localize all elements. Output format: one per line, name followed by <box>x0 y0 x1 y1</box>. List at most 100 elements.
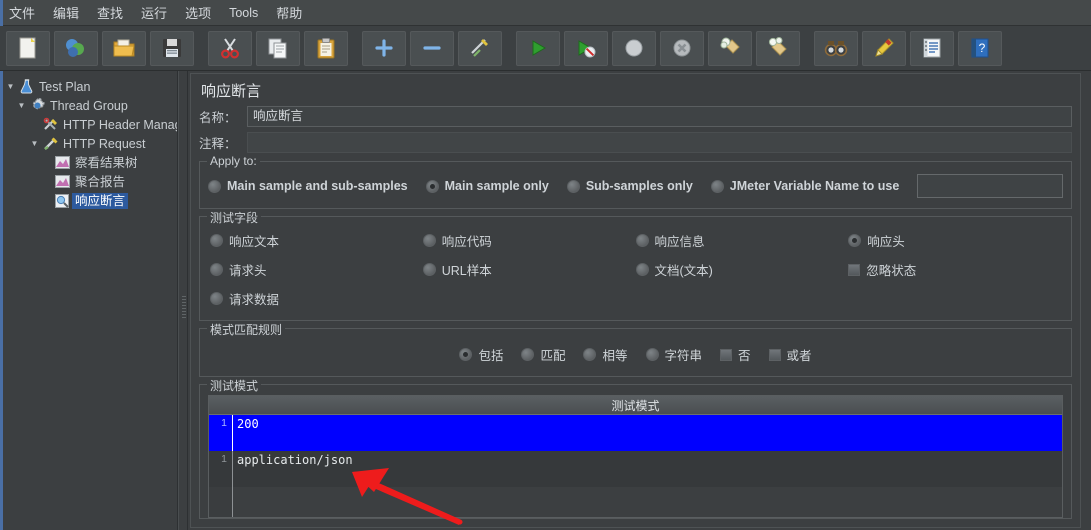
toolbar-stop[interactable] <box>612 30 656 66</box>
checkbox-icon[interactable] <box>848 263 861 276</box>
checkbox-icon[interactable] <box>768 348 781 361</box>
tree-node-view-results-tree[interactable]: 察看结果树 <box>4 153 177 172</box>
radio-icon[interactable] <box>635 263 649 276</box>
toolbar-clear[interactable] <box>708 30 752 66</box>
menu-file[interactable]: 文件 <box>0 0 44 25</box>
radio-substring[interactable]: 字符串 <box>645 345 702 364</box>
tree-node-response-assertion[interactable]: 响应断言 <box>4 191 177 210</box>
patterns-table[interactable]: 测试模式 1 200 1 application/json <box>208 395 1063 518</box>
toolbar-start[interactable] <box>516 30 560 66</box>
tree-node-aggregate-report[interactable]: 聚合报告 <box>4 172 177 191</box>
radio-response-text[interactable]: 响应文本 <box>210 231 423 250</box>
toolbar-help[interactable]: ? <box>958 30 1002 66</box>
chevron-down-icon[interactable]: ▼ <box>4 82 17 91</box>
toolbar-clear-all[interactable] <box>756 30 800 66</box>
toolbar-templates[interactable] <box>54 30 98 66</box>
toolbar-collapse[interactable] <box>410 30 454 66</box>
radio-icon[interactable] <box>583 348 597 361</box>
radio-document-text[interactable]: 文档(文本) <box>635 260 849 279</box>
radio-request-headers[interactable]: 请求头 <box>210 260 423 279</box>
toolbar-cut[interactable] <box>208 30 252 66</box>
menu-search[interactable]: 查找 <box>88 0 132 25</box>
pattern-value[interactable]: application/json <box>233 451 1062 487</box>
radio-response-headers[interactable]: 响应头 <box>848 231 1061 250</box>
radio-icon[interactable] <box>210 263 223 276</box>
radio-main-sample-only[interactable]: Main sample only <box>425 179 549 193</box>
radio-matches[interactable]: 匹配 <box>521 345 565 364</box>
radio-icon[interactable] <box>710 179 724 193</box>
checkbox-not[interactable]: 否 <box>720 345 751 364</box>
radio-response-message[interactable]: 响应信息 <box>635 231 849 250</box>
radio-icon[interactable] <box>422 263 436 276</box>
toolbar-paste[interactable] <box>304 30 348 66</box>
menu-help[interactable]: 帮助 <box>267 0 311 25</box>
radio-icon[interactable] <box>521 348 535 361</box>
radio-jmeter-variable-name[interactable]: JMeter Variable Name to use <box>710 179 899 193</box>
toolbar-save[interactable] <box>150 30 194 66</box>
table-row[interactable]: 1 application/json <box>209 451 1062 487</box>
radio-icon-selected[interactable] <box>848 234 862 247</box>
radio-url-sample[interactable]: URL样本 <box>422 260 636 279</box>
toolbar-toggle[interactable] <box>458 30 502 66</box>
radio-icon[interactable] <box>210 234 223 247</box>
toolbar-shutdown[interactable] <box>660 30 704 66</box>
radio-main-sample-and-sub-samples[interactable]: Main sample and sub-samples <box>208 179 408 193</box>
jmeter-variable-input[interactable] <box>917 174 1063 198</box>
radio-icon[interactable] <box>566 179 580 193</box>
menu-options[interactable]: 选项 <box>176 0 220 25</box>
toolbar-search[interactable] <box>814 30 858 66</box>
checkbox-ignore-status[interactable]: 忽略状态 <box>848 260 1061 279</box>
name-label: 名称： <box>199 111 237 125</box>
radio-contains[interactable]: 包括 <box>459 345 503 364</box>
tree-node-thread-group[interactable]: ▼ Thread Group <box>4 96 177 115</box>
radio-icon[interactable] <box>422 234 436 247</box>
name-input[interactable]: 响应断言 <box>247 106 1072 127</box>
radio-response-code[interactable]: 响应代码 <box>422 231 636 250</box>
menu-run[interactable]: 运行 <box>132 0 176 25</box>
radio-request-data[interactable]: 请求数据 <box>210 289 423 308</box>
radio-icon-selected[interactable] <box>425 179 439 193</box>
toolbar-new[interactable] <box>6 30 50 66</box>
chevron-down-icon[interactable]: ▼ <box>15 101 28 110</box>
table-row[interactable]: 1 200 <box>209 415 1062 451</box>
tree-node-label: Thread Group <box>50 98 128 113</box>
splitter-grip-icon[interactable] <box>182 296 186 318</box>
toolbar-function-helper[interactable] <box>910 30 954 66</box>
table-empty-area[interactable] <box>209 487 1062 517</box>
radio-icon-selected[interactable] <box>459 348 473 361</box>
radio-icon[interactable] <box>210 292 223 305</box>
test-field-options: 响应文本 响应代码 响应信息 响应头 请求头 URL样本 文档(文本) 忽略状态… <box>208 229 1063 310</box>
chevron-down-icon[interactable]: ▼ <box>28 139 41 148</box>
tree-node-http-request[interactable]: ▼ HTTP Request <box>4 134 177 153</box>
radio-equals[interactable]: 相等 <box>583 345 628 364</box>
radio-sub-samples-only[interactable]: Sub-samples only <box>566 179 693 193</box>
radio-icon[interactable] <box>635 234 649 247</box>
checkbox-icon[interactable] <box>720 348 733 361</box>
patterns-table-header[interactable]: 测试模式 <box>209 396 1062 415</box>
results-tree-icon <box>53 154 72 171</box>
test-patterns-title: 测试模式 <box>207 377 262 394</box>
panel-splitter[interactable] <box>178 71 188 530</box>
radio-icon[interactable] <box>208 179 221 193</box>
row-number-gutter <box>209 487 233 517</box>
row-number: 1 <box>209 451 233 487</box>
test-plan-tree[interactable]: ▼ Test Plan ▼ Thread Group HTTP Header M… <box>0 71 177 210</box>
radio-icon[interactable] <box>645 348 659 361</box>
toolbar-open[interactable] <box>102 30 146 66</box>
option-label: Main sample only <box>444 179 549 193</box>
toolbar-copy[interactable] <box>256 30 300 66</box>
toolbar-start-no-pauses[interactable] <box>564 30 608 66</box>
menu-tools[interactable]: Tools <box>220 3 267 23</box>
pattern-value[interactable]: 200 <box>233 415 1062 451</box>
apply-to-options: Main sample and sub-samples Main sample … <box>208 174 1063 198</box>
option-label: 匹配 <box>540 349 566 363</box>
toolbar-expand[interactable] <box>362 30 406 66</box>
comment-input[interactable] <box>247 132 1072 153</box>
tree-node-http-header-manager[interactable]: HTTP Header Manag <box>4 115 177 134</box>
tree-node-test-plan[interactable]: ▼ Test Plan <box>4 77 177 96</box>
checkbox-or[interactable]: 或者 <box>768 345 812 364</box>
menu-edit[interactable]: 编辑 <box>44 0 88 25</box>
option-label: 响应信息 <box>654 235 705 249</box>
toolbar-reset-search[interactable] <box>862 30 906 66</box>
test-plan-tree-panel[interactable]: ▼ Test Plan ▼ Thread Group HTTP Header M… <box>0 71 178 530</box>
